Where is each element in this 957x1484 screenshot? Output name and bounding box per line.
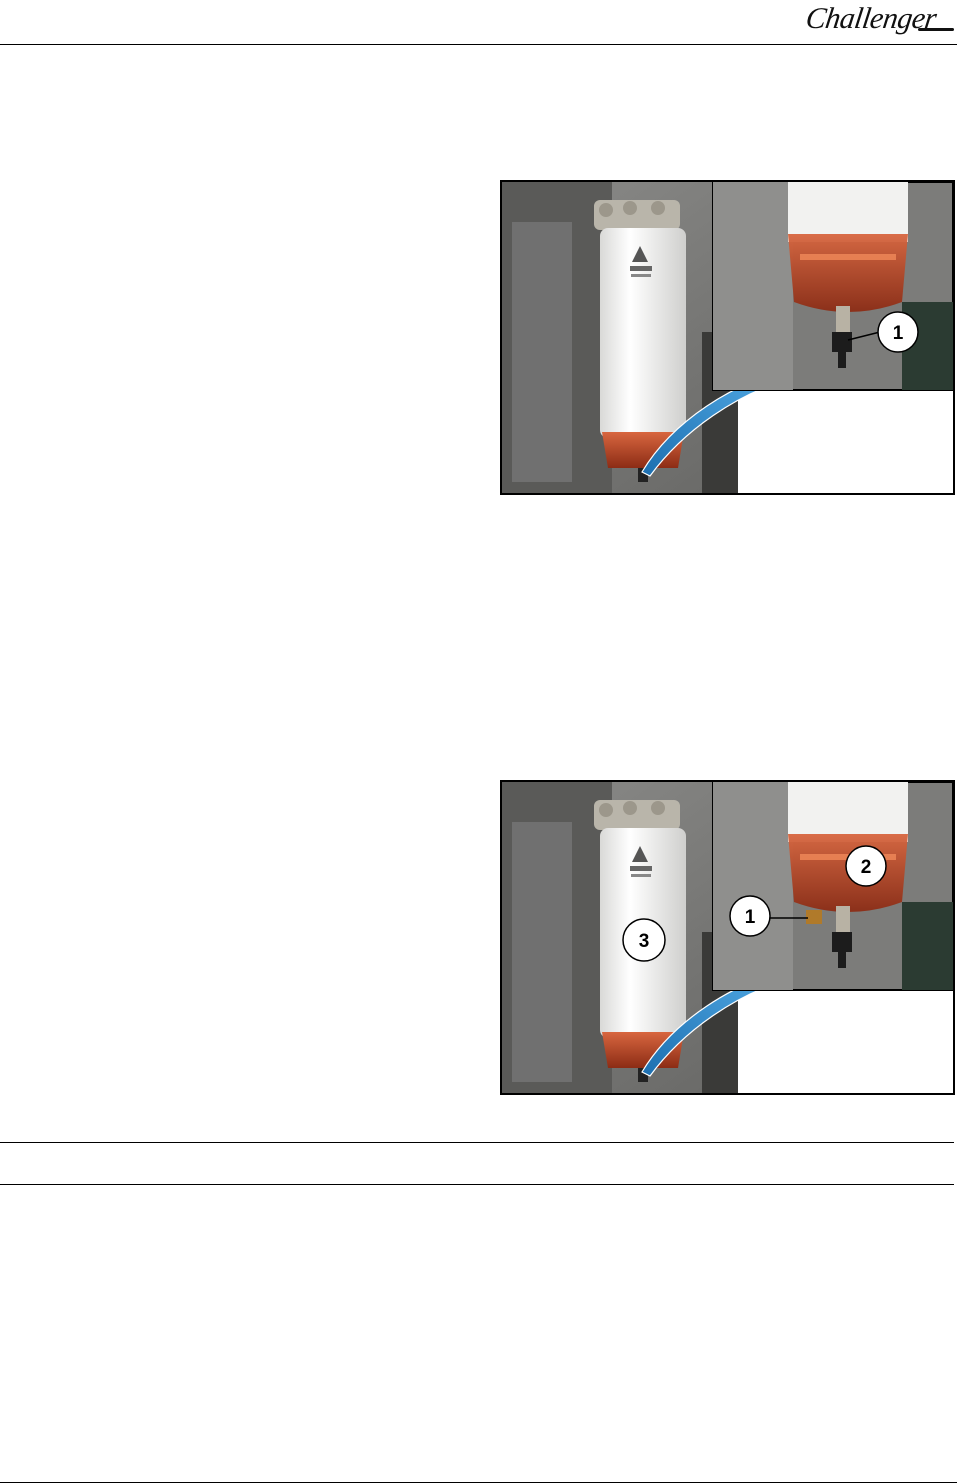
figure-2-illustration: 3 2 1: [502, 782, 953, 1093]
callout-1: 1: [893, 323, 904, 344]
section-divider-bottom: [0, 1184, 954, 1185]
section-divider-top: [0, 1142, 954, 1143]
callout-2: 2: [861, 857, 872, 878]
figure-fuel-filter-parts: 3 2 1: [500, 780, 955, 1095]
callout-3: 3: [639, 931, 650, 952]
header-divider: [0, 44, 957, 45]
figure-fuel-filter-drain: 1: [500, 180, 955, 495]
footer-divider: [0, 1482, 957, 1483]
figure-1-illustration: 1: [502, 182, 953, 493]
callout-1: 1: [745, 907, 756, 928]
header-logo: Challenger: [804, 2, 954, 42]
brand-swoosh: [918, 28, 954, 31]
